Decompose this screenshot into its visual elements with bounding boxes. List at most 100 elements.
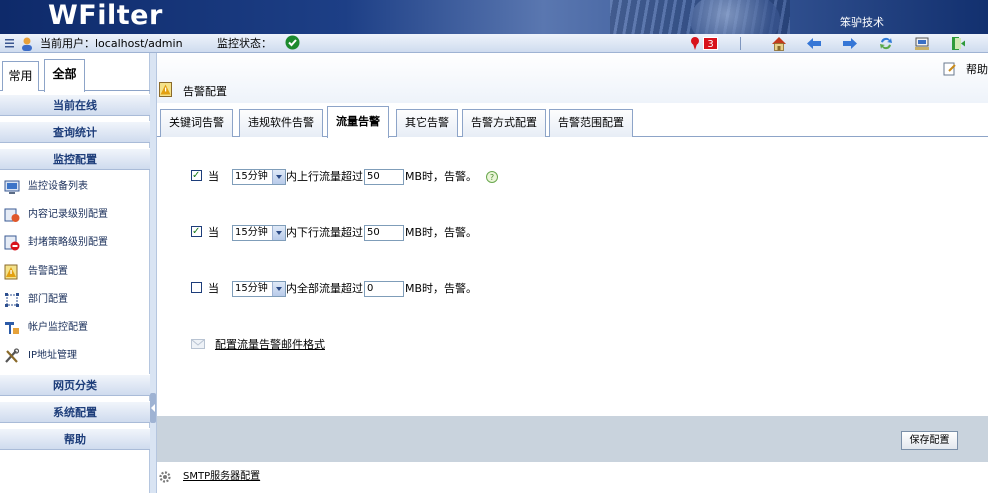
computer-icon[interactable] (914, 36, 930, 51)
section-system-config[interactable]: 系统配置 (0, 401, 150, 423)
upload-period-select[interactable]: 15分钟 (232, 169, 286, 185)
sidebar-item-label: 帐户监控配置 (28, 322, 88, 333)
sidebar-item-label: 内容记录级别配置 (28, 209, 108, 220)
rule-prefix: 当 (208, 170, 219, 183)
chevron-down-icon (272, 282, 285, 296)
sidebar-item-label: 监控设备列表 (28, 181, 88, 192)
ip-tools-icon (4, 348, 20, 364)
back-arrow-icon[interactable] (806, 36, 822, 51)
help-icon[interactable]: ? (486, 171, 498, 183)
sidebar-tabs: 常用 全部 (0, 53, 150, 92)
svg-text:?: ? (490, 173, 494, 182)
download-rule-checkbox[interactable] (191, 223, 202, 241)
tab-alert-method[interactable]: 告警方式配置 (462, 109, 546, 137)
upload-threshold-input[interactable]: 50 (364, 169, 404, 185)
sidebar-item-label: 部门配置 (28, 294, 68, 305)
menu-icon[interactable] (4, 36, 20, 51)
total-threshold-input[interactable]: 0 (364, 281, 404, 297)
page-title: 告警配置 (183, 85, 227, 98)
rule-suffix: MB时，告警。 (405, 282, 478, 295)
download-traffic-rule: 当 15分钟 内下行流量超过 50 MB时，告警。 (191, 223, 531, 242)
app-logo: WFilter (48, 0, 163, 31)
mail-format-row: 配置流量告警邮件格式 (191, 336, 391, 354)
current-user-label: 当前用户：localhost/admin (40, 37, 183, 50)
main-content: 告警配置 帮助 关键词告警 违规软件告警 流量告警 其它告警 告警方式配置 告警… (157, 53, 988, 493)
alert-config-icon (159, 82, 173, 97)
sidebar-item-ip-management[interactable]: IP地址管理 (0, 343, 150, 369)
rule-prefix: 当 (208, 226, 219, 239)
page-header: 告警配置 帮助 (157, 53, 988, 103)
smtp-config-link[interactable]: SMTP服务器配置 (183, 467, 260, 487)
tab-common[interactable]: 常用 (2, 61, 39, 91)
monitor-status-label: 监控状态： (217, 37, 272, 50)
block-policy-icon (4, 235, 20, 251)
top-toolbar: 当前用户：localhost/admin 监控状态： 3 (0, 34, 988, 53)
rule-prefix: 当 (208, 282, 219, 295)
total-traffic-rule: 当 15分钟 内全部流量超过 0 MB时，告警。 (191, 280, 531, 298)
download-period-select[interactable]: 15分钟 (232, 225, 286, 241)
tab-other-alert[interactable]: 其它告警 (396, 109, 458, 137)
sidebar-item-block-policy[interactable]: 封堵策略级别配置 (0, 230, 150, 256)
tab-alert-scope[interactable]: 告警范围配置 (549, 109, 633, 137)
tab-all[interactable]: 全部 (44, 59, 85, 92)
header-globe-decoration (690, 0, 780, 34)
alert-tabs: 关键词告警 违规软件告警 流量告警 其它告警 告警方式配置 告警范围配置 (157, 103, 988, 138)
help-doc-icon[interactable] (943, 62, 957, 76)
account-monitor-icon (4, 320, 20, 336)
device-list-icon (4, 179, 20, 195)
rule-text: 内下行流量超过 (286, 226, 363, 239)
mail-format-link[interactable]: 配置流量告警邮件格式 (215, 336, 325, 354)
refresh-icon[interactable] (878, 36, 894, 51)
save-button[interactable]: 保存配置 (901, 431, 958, 450)
sidebar-item-account-monitor[interactable]: 帐户监控配置 (0, 315, 150, 341)
rule-text: 内全部流量超过 (286, 282, 363, 295)
tab-software-alert[interactable]: 违规软件告警 (239, 109, 323, 137)
sidebar-item-label: IP地址管理 (28, 350, 77, 361)
sidebar-item-label: 告警配置 (28, 266, 68, 277)
select-value: 15分钟 (235, 227, 268, 238)
sidebar-item-alert-config[interactable]: 告警配置 (0, 259, 150, 285)
alert-config-icon (4, 264, 20, 280)
status-ok-icon (285, 35, 301, 50)
select-value: 15分钟 (235, 171, 268, 182)
sidebar-item-device-list[interactable]: 监控设备列表 (0, 174, 150, 200)
sidebar-item-content-record[interactable]: 内容记录级别配置 (0, 202, 150, 228)
action-bar: 保存配置 (157, 416, 988, 462)
section-web-category[interactable]: 网页分类 (0, 374, 150, 396)
sidebar: 常用 全部 当前在线 查询统计 监控配置 监控设备列表 内容记录级别配置 封堵策… (0, 53, 150, 493)
collapse-sidebar-handle[interactable] (150, 393, 156, 423)
sidebar-item-label: 封堵策略级别配置 (28, 237, 108, 248)
rule-suffix: MB时，告警。 (405, 226, 478, 239)
section-help[interactable]: 帮助 (0, 428, 150, 450)
toolbar-divider (740, 37, 741, 50)
upload-rule-checkbox[interactable] (191, 167, 202, 185)
section-monitor-config[interactable]: 监控配置 (0, 148, 150, 170)
section-online[interactable]: 当前在线 (0, 94, 150, 116)
select-value: 15分钟 (235, 283, 268, 294)
department-icon (4, 292, 20, 308)
home-icon[interactable] (771, 36, 787, 51)
tab-traffic-alert[interactable]: 流量告警 (327, 106, 389, 138)
rule-suffix: MB时，告警。 (405, 170, 478, 183)
total-rule-checkbox[interactable] (191, 282, 202, 293)
upload-traffic-rule: 当 15分钟 内上行流量超过 50 MB时，告警。 ? (191, 167, 531, 186)
section-stats[interactable]: 查询统计 (0, 121, 150, 143)
gear-icon (158, 470, 172, 484)
total-period-select[interactable]: 15分钟 (232, 281, 286, 297)
user-icon (19, 36, 35, 51)
alert-count-badge[interactable]: 3 (703, 37, 718, 50)
help-link[interactable]: 帮助 (966, 61, 988, 77)
download-threshold-input[interactable]: 50 (364, 225, 404, 241)
content-record-icon (4, 207, 20, 223)
brand-name: 笨驴技术 (840, 16, 884, 29)
logout-icon[interactable] (950, 36, 966, 51)
chevron-down-icon (272, 170, 285, 184)
sidebar-item-department[interactable]: 部门配置 (0, 287, 150, 313)
sidebar-splitter[interactable] (150, 53, 157, 493)
app-header: WFilter 笨驴技术 (0, 0, 988, 34)
forward-arrow-icon[interactable] (842, 36, 858, 51)
mail-icon (191, 338, 205, 350)
tab-keyword-alert[interactable]: 关键词告警 (160, 109, 233, 137)
chevron-down-icon (272, 226, 285, 240)
rule-text: 内上行流量超过 (286, 170, 363, 183)
